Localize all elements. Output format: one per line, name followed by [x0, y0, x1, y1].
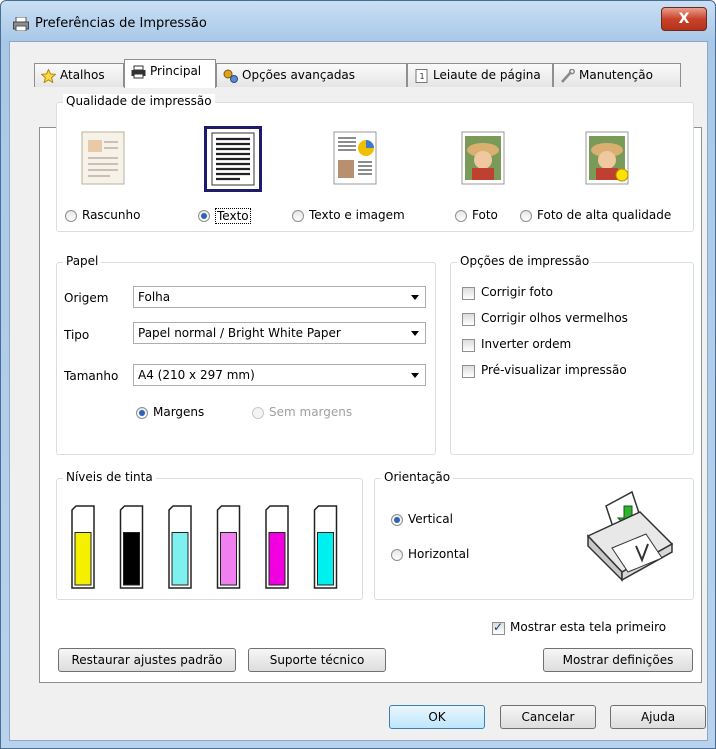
high-quality-photo-radio[interactable]: [520, 210, 532, 222]
photo-label[interactable]: Foto: [472, 208, 498, 222]
portrait-radio[interactable]: [391, 514, 403, 526]
ink-level-fill: [317, 532, 334, 586]
quality-group-title: Qualidade de impressão: [63, 94, 215, 108]
ink-level-fill: [74, 532, 92, 586]
show-first-checkbox[interactable]: [492, 620, 505, 635]
landscape-radio[interactable]: [391, 549, 403, 561]
ink-cartridge: [313, 505, 338, 589]
text-and-image-thumbnail[interactable]: [332, 130, 378, 186]
restore-defaults-button[interactable]: Restaurar ajustes padrão: [58, 648, 236, 672]
margins-radio[interactable]: [136, 407, 148, 419]
print-options-group-title: Opções de impressão: [457, 254, 593, 268]
ink-cartridge: [216, 505, 241, 589]
svg-text:1: 1: [420, 72, 425, 81]
chevron-down-icon: [411, 373, 419, 378]
print-preview-checkbox[interactable]: [462, 365, 475, 378]
source-select[interactable]: Folha: [133, 286, 426, 308]
reverse-order-checkbox[interactable]: [462, 339, 475, 352]
chevron-down-icon: [411, 295, 419, 300]
size-label: Tamanho: [64, 369, 119, 383]
chevron-down-icon: [411, 331, 419, 336]
high-quality-photo-thumbnail[interactable]: [584, 130, 630, 186]
printer-icon: [131, 65, 146, 78]
ink-level-fill: [171, 532, 189, 586]
draft-label[interactable]: Rascunho: [82, 208, 140, 222]
tab-leiaute-de-pagina[interactable]: 1 Leiaute de página: [407, 63, 553, 87]
reverse-order-label[interactable]: Inverter ordem: [481, 337, 571, 351]
show-first-label[interactable]: Mostrar esta tela primeiro: [510, 620, 666, 634]
tab-manutencao[interactable]: Manutenção: [553, 63, 681, 87]
close-button[interactable]: X: [661, 7, 707, 31]
tab-principal[interactable]: Principal: [124, 59, 216, 88]
text-and-image-label[interactable]: Texto e imagem: [309, 208, 405, 222]
ink-cartridge: [71, 505, 95, 589]
star-icon: [41, 68, 56, 83]
fix-photo-checkbox[interactable]: [462, 287, 475, 300]
tab-opcoes-avancadas[interactable]: Opções avançadas: [216, 63, 407, 87]
fix-photo-label[interactable]: Corrigir foto: [481, 285, 553, 299]
printer-orientation-icon: [586, 490, 674, 582]
photo-thumbnail[interactable]: [460, 130, 506, 186]
printer-icon: [13, 17, 29, 31]
ink-cartridge: [265, 505, 289, 589]
page-number-icon: 1: [415, 68, 428, 83]
ink-levels-display: [71, 505, 338, 589]
help-button[interactable]: Ajuda: [610, 705, 706, 729]
text-radio[interactable]: [198, 210, 210, 222]
fix-red-eye-checkbox[interactable]: [462, 313, 475, 326]
orientation-group-title: Orientação: [381, 470, 454, 484]
text-label[interactable]: Texto: [215, 208, 251, 224]
type-select[interactable]: Papel normal / Bright White Paper: [133, 322, 426, 344]
high-quality-photo-label[interactable]: Foto de alta qualidade: [537, 208, 671, 222]
source-label: Origem: [64, 291, 109, 305]
ink-cartridge: [119, 505, 144, 589]
show-settings-button[interactable]: Mostrar definições: [543, 648, 693, 672]
close-icon: X: [678, 11, 690, 27]
wrench-icon: [561, 68, 575, 83]
technical-support-button[interactable]: Suporte técnico: [248, 648, 386, 672]
text-thumbnail[interactable]: [204, 126, 262, 192]
draft-thumbnail[interactable]: [80, 130, 126, 186]
ok-button[interactable]: OK: [389, 705, 485, 729]
landscape-label[interactable]: Horizontal: [408, 547, 469, 561]
borderless-radio: [252, 407, 264, 419]
ink-cartridge: [168, 505, 192, 589]
gears-icon: [223, 69, 238, 83]
ink-levels-group-title: Níveis de tinta: [63, 470, 156, 484]
tab-atalhos[interactable]: Atalhos: [34, 63, 124, 87]
text-and-image-radio[interactable]: [292, 210, 304, 222]
type-label: Tipo: [64, 328, 90, 342]
fix-red-eye-label[interactable]: Corrigir olhos vermelhos: [481, 311, 628, 325]
margins-label[interactable]: Margens: [153, 405, 204, 419]
ink-level-fill: [123, 532, 140, 586]
ink-level-fill: [220, 532, 237, 586]
draft-radio[interactable]: [65, 210, 77, 222]
borderless-label: Sem margens: [269, 405, 353, 419]
photo-radio[interactable]: [455, 210, 467, 222]
portrait-label[interactable]: Vertical: [408, 512, 453, 526]
cancel-button[interactable]: Cancelar: [500, 705, 596, 729]
ink-level-fill: [268, 532, 286, 586]
window-title: Preferências de Impressão: [35, 16, 207, 31]
size-select[interactable]: A4 (210 x 297 mm): [133, 364, 426, 386]
paper-group-title: Papel: [63, 254, 102, 268]
print-preview-label[interactable]: Pré-visualizar impressão: [481, 363, 627, 377]
title-bar[interactable]: Preferências de Impressão X: [1, 1, 715, 41]
